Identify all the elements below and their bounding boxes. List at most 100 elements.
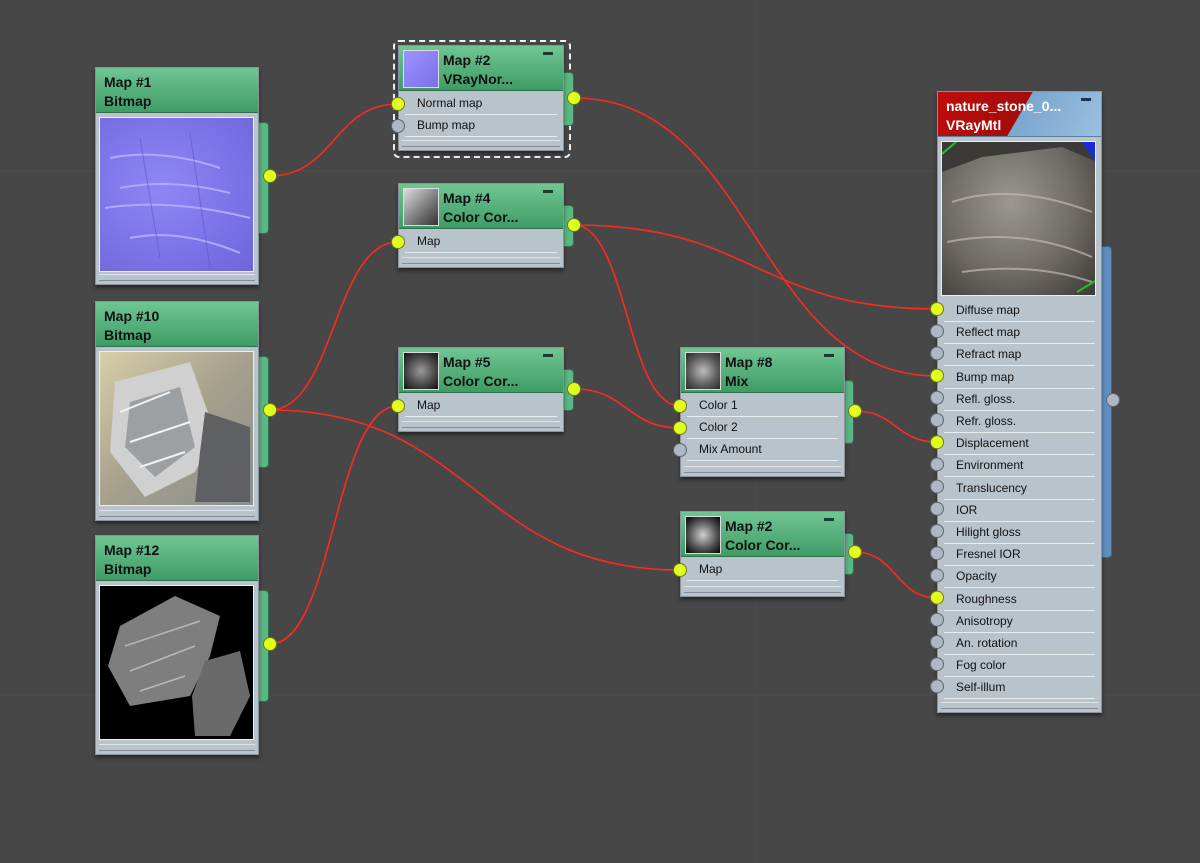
material-refract-map-input-socket[interactable] [930, 346, 944, 361]
map12-output-socket[interactable] [263, 637, 277, 651]
material-anisotropy-input-socket[interactable] [930, 612, 944, 627]
cc5-map-input-socket[interactable] [391, 399, 405, 413]
cc5-output-socket[interactable] [567, 382, 581, 396]
collapse-icon[interactable] [543, 190, 553, 193]
cc2-output-socket[interactable] [848, 545, 862, 559]
material-ior-input-socket[interactable] [930, 501, 944, 516]
node-subtitle: VRayNor... [443, 71, 514, 87]
normal-output-socket[interactable] [567, 91, 581, 105]
material-displacement-input-socket[interactable] [930, 435, 944, 450]
socket-translucency[interactable]: Translucency [944, 478, 1095, 500]
socket-refract-map[interactable]: Refract map [944, 344, 1095, 367]
node-subtitle: Bitmap [104, 561, 152, 577]
material-reflect-map-input-socket[interactable] [930, 324, 944, 339]
material-refl-gloss-input-socket[interactable] [930, 390, 944, 405]
socket-map[interactable]: Map [405, 395, 557, 417]
wire-map10-to-cc4[interactable] [269, 241, 399, 411]
wire-cc5-to-mix-color2[interactable] [573, 388, 681, 429]
bump-map-input-socket[interactable] [391, 119, 405, 133]
map10-output-socket[interactable] [263, 403, 277, 417]
socket-mix-amount[interactable]: Mix Amount [687, 439, 838, 461]
wire-map1-to-normal[interactable] [269, 103, 399, 177]
wire-map10-to-cc2[interactable] [269, 409, 681, 571]
socket-hilight-gloss[interactable]: Hilight gloss [944, 522, 1095, 544]
mix8-output-socket[interactable] [848, 404, 862, 418]
wire-cc4-to-diffuse[interactable] [573, 224, 938, 310]
socket-displacement[interactable]: Displacement [944, 433, 1095, 456]
socket-bump-map[interactable]: Bump map [944, 367, 1095, 389]
collapse-icon[interactable] [543, 52, 553, 55]
material-environment-input-socket[interactable] [930, 457, 944, 472]
wire-cc2-to-roughness[interactable] [854, 551, 938, 599]
cc4-output-socket[interactable] [567, 218, 581, 232]
map1-output-socket[interactable] [263, 169, 277, 183]
socket-anisotropy[interactable]: Anisotropy [944, 611, 1095, 633]
node-map12-bitmap[interactable]: Map #12 Bitmap [95, 535, 259, 755]
socket-refr-gloss[interactable]: Refr. gloss. [944, 411, 1095, 433]
socket-map[interactable]: Map [405, 231, 557, 253]
socket-refl-gloss[interactable]: Refl. gloss. [944, 389, 1095, 411]
cc2-map-input-socket[interactable] [673, 563, 687, 577]
roughness-texture-icon [99, 585, 254, 740]
node-vraymtl-material[interactable]: nature_stone_0... VRayMtl Diffuse map Ref… [937, 91, 1102, 713]
material-fog-color-input-socket[interactable] [930, 657, 944, 672]
socket-normal-map[interactable]: Normal map [405, 93, 557, 115]
node-header[interactable]: Map #2 VRayNor... [399, 46, 563, 91]
material-self-illum-input-socket[interactable] [930, 679, 944, 694]
mix-amount-input-socket[interactable] [673, 443, 687, 457]
collapse-icon[interactable] [824, 354, 834, 357]
socket-fresnel-ior[interactable]: Fresnel IOR [944, 544, 1095, 567]
socket-bump-map[interactable]: Bump map [405, 115, 557, 137]
socket-environment[interactable]: Environment [944, 455, 1095, 478]
material-an-rotation-input-socket[interactable] [930, 635, 944, 649]
node-map5-colorcorrect[interactable]: Map #5 Color Cor... Map [398, 347, 564, 432]
collapse-icon[interactable] [824, 518, 834, 521]
material-output-socket[interactable] [1106, 393, 1120, 407]
node-map8-mix[interactable]: Map #8 Mix Color 1 Color 2 Mix Amount [680, 347, 845, 477]
node-header[interactable]: Map #8 Mix [681, 348, 844, 393]
socket-roughness[interactable]: Roughness [944, 589, 1095, 611]
node-header[interactable]: nature_stone_0... VRayMtl [938, 92, 1101, 137]
node-header[interactable]: Map #2 Color Cor... [681, 512, 844, 557]
wire-map12-to-cc5[interactable] [269, 405, 399, 645]
node-title: Map #10 [104, 308, 160, 324]
material-roughness-input-socket[interactable] [930, 590, 944, 605]
socket-an-rotation[interactable]: An. rotation [944, 633, 1095, 655]
socket-self-illum[interactable]: Self-illum [944, 677, 1095, 700]
material-translucency-input-socket[interactable] [930, 479, 944, 494]
node-header[interactable]: Map #12 Bitmap [96, 536, 258, 581]
wire-cc4-to-mix-color1[interactable] [573, 224, 681, 407]
socket-ior[interactable]: IOR [944, 500, 1095, 522]
node-title: Map #8 [725, 354, 773, 370]
material-hilight-gloss-input-socket[interactable] [930, 524, 944, 538]
node-map1-bitmap[interactable]: Map #1 Bitmap [95, 67, 259, 285]
socket-color-1[interactable]: Color 1 [687, 395, 838, 417]
node-map2-colorcorrect[interactable]: Map #2 Color Cor... Map [680, 511, 845, 597]
material-diffuse-map-input-socket[interactable] [930, 302, 944, 316]
node-map10-bitmap[interactable]: Map #10 Bitmap [95, 301, 259, 521]
socket-opacity[interactable]: Opacity [944, 566, 1095, 589]
wire-normal-to-bump[interactable] [573, 97, 938, 377]
collapse-icon[interactable] [1081, 98, 1091, 101]
socket-map[interactable]: Map [687, 559, 838, 581]
node-header[interactable]: Map #1 Bitmap [96, 68, 258, 113]
node-map2-vraynormal[interactable]: Map #2 VRayNor... Normal map Bump map [398, 45, 564, 151]
normal-map-input-socket[interactable] [391, 97, 405, 111]
collapse-icon[interactable] [543, 354, 553, 357]
socket-fog-color[interactable]: Fog color [944, 655, 1095, 678]
node-map4-colorcorrect[interactable]: Map #4 Color Cor... Map [398, 183, 564, 268]
material-fresnel-ior-input-socket[interactable] [930, 546, 944, 561]
node-header[interactable]: Map #4 Color Cor... [399, 184, 563, 229]
node-header[interactable]: Map #5 Color Cor... [399, 348, 563, 393]
wire-mix-to-displacement[interactable] [854, 410, 938, 443]
material-refr-gloss-input-socket[interactable] [930, 413, 944, 427]
socket-diffuse-map[interactable]: Diffuse map [944, 300, 1095, 322]
node-header[interactable]: Map #10 Bitmap [96, 302, 258, 347]
cc4-map-input-socket[interactable] [391, 235, 405, 249]
socket-color-2[interactable]: Color 2 [687, 417, 838, 439]
mix-color2-input-socket[interactable] [673, 421, 687, 435]
material-bump-map-input-socket[interactable] [930, 368, 944, 383]
mix-color1-input-socket[interactable] [673, 399, 687, 413]
material-opacity-input-socket[interactable] [930, 568, 944, 583]
socket-reflect-map[interactable]: Reflect map [944, 322, 1095, 345]
